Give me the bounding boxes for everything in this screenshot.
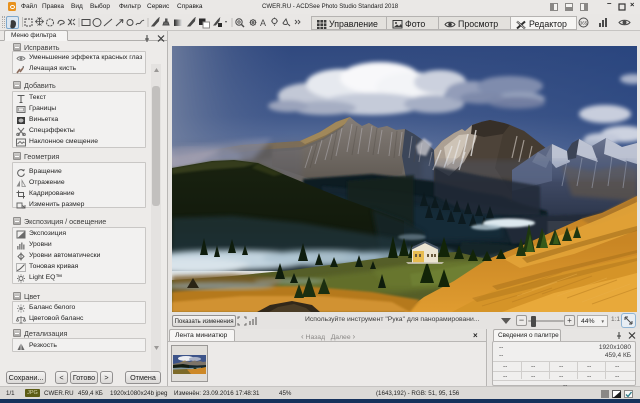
- svg-text:A: A: [260, 18, 266, 28]
- svg-text:365: 365: [580, 20, 588, 25]
